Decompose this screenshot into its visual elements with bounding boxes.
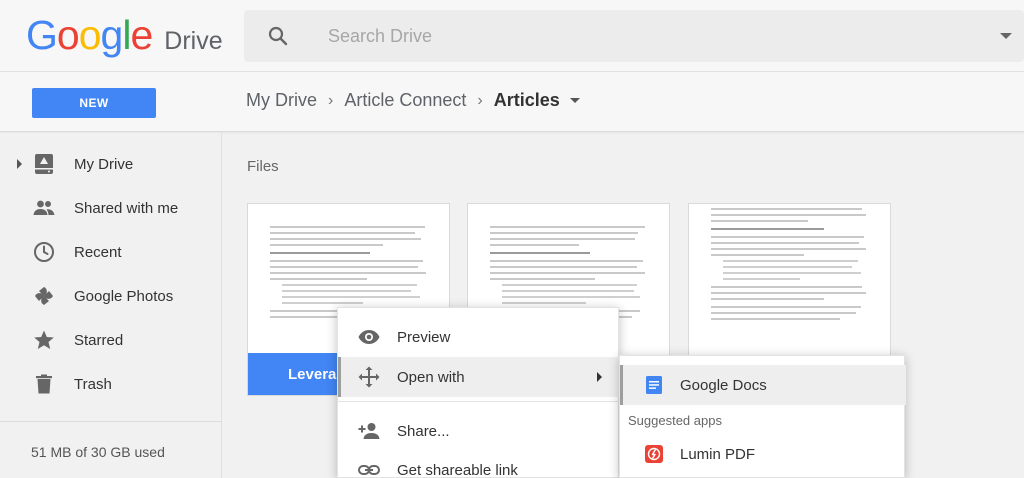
sidebar-item-label: Shared with me bbox=[74, 199, 179, 217]
menu-item-share[interactable]: Share... bbox=[338, 411, 620, 451]
sidebar-item-label: Recent bbox=[74, 243, 122, 261]
file-card[interactable] bbox=[688, 203, 891, 355]
google-wordmark: Google bbox=[26, 12, 153, 58]
menu-item-label: Share... bbox=[397, 422, 450, 440]
breadcrumb: My Drive › Article Connect › Articles bbox=[246, 90, 580, 111]
sidebar-item-shared-with-me[interactable]: Shared with me bbox=[0, 186, 222, 230]
suggested-apps-heading: Suggested apps bbox=[628, 413, 722, 428]
submenu-item-label: Lumin PDF bbox=[680, 445, 756, 463]
move-arrows-icon bbox=[358, 366, 380, 388]
sidebar-item-my-drive[interactable]: My Drive bbox=[0, 142, 222, 186]
submenu-item-google-docs[interactable]: Google Docs bbox=[620, 365, 906, 405]
menu-item-open-with[interactable]: Open with bbox=[338, 357, 620, 397]
clock-icon bbox=[34, 242, 54, 262]
link-icon bbox=[358, 465, 380, 475]
breadcrumb-item-my-drive[interactable]: My Drive bbox=[246, 90, 317, 111]
submenu-arrow-icon bbox=[597, 372, 602, 382]
submenu-item-label: Google Docs bbox=[680, 376, 767, 394]
menu-item-get-shareable-link[interactable]: Get shareable link bbox=[338, 450, 620, 478]
menu-item-label: Preview bbox=[397, 328, 451, 346]
eye-icon bbox=[358, 330, 380, 344]
star-icon bbox=[34, 330, 54, 349]
search-input[interactable] bbox=[328, 10, 948, 62]
sidebar-item-starred[interactable]: Starred bbox=[0, 318, 222, 362]
product-name: Drive bbox=[164, 27, 223, 55]
sidebar-item-google-photos[interactable]: Google Photos bbox=[0, 274, 222, 318]
divider bbox=[0, 421, 222, 422]
breadcrumb-item-article-connect[interactable]: Article Connect bbox=[344, 90, 466, 111]
chevron-right-icon: › bbox=[328, 91, 334, 109]
submenu-item-lumin-pdf[interactable]: Lumin PDF bbox=[620, 434, 906, 474]
search-bar[interactable] bbox=[244, 10, 1024, 62]
search-options-dropdown-icon[interactable] bbox=[1000, 33, 1012, 39]
document-thumbnail bbox=[711, 208, 872, 324]
sidebar-item-label: Starred bbox=[74, 331, 124, 349]
menu-item-label: Open with bbox=[397, 368, 465, 386]
pinwheel-icon bbox=[35, 287, 53, 305]
open-with-submenu: Google Docs Suggested apps Lumin PDF bbox=[619, 355, 906, 478]
sidebar-item-label: Trash bbox=[74, 375, 112, 393]
toolbar: NEW My Drive › Article Connect › Article… bbox=[0, 72, 1024, 132]
menu-divider bbox=[338, 401, 620, 402]
expand-arrow-icon[interactable] bbox=[17, 159, 22, 169]
people-icon bbox=[33, 200, 55, 215]
add-person-icon bbox=[358, 423, 380, 439]
google-docs-icon bbox=[646, 376, 662, 394]
app-header: Google Drive bbox=[0, 0, 1024, 72]
chevron-right-icon: › bbox=[477, 91, 483, 109]
sidebar-item-label: Google Photos bbox=[74, 287, 174, 305]
drive-icon bbox=[35, 154, 53, 174]
breadcrumb-item-articles[interactable]: Articles bbox=[494, 90, 560, 111]
files-section-heading: Files bbox=[247, 158, 279, 175]
menu-item-label: Get shareable link bbox=[397, 461, 518, 478]
menu-item-preview[interactable]: Preview bbox=[338, 317, 620, 357]
lumin-pdf-icon bbox=[645, 445, 663, 463]
google-drive-logo[interactable]: Google Drive bbox=[26, 12, 223, 59]
sidebar-item-recent[interactable]: Recent bbox=[0, 230, 222, 274]
new-button[interactable]: NEW bbox=[32, 88, 156, 118]
sidebar-item-trash[interactable]: Trash bbox=[0, 362, 222, 406]
search-icon[interactable] bbox=[266, 24, 290, 48]
sidebar-item-label: My Drive bbox=[74, 155, 134, 173]
storage-usage[interactable]: 51 MB of 30 GB used bbox=[31, 444, 165, 460]
caret-down-icon[interactable] bbox=[569, 98, 580, 103]
file-context-menu: Preview Open with Share... Get shareable… bbox=[337, 307, 620, 478]
trash-icon bbox=[36, 374, 52, 394]
sidebar: My Drive Shared with me Recent Google Ph… bbox=[0, 133, 222, 478]
